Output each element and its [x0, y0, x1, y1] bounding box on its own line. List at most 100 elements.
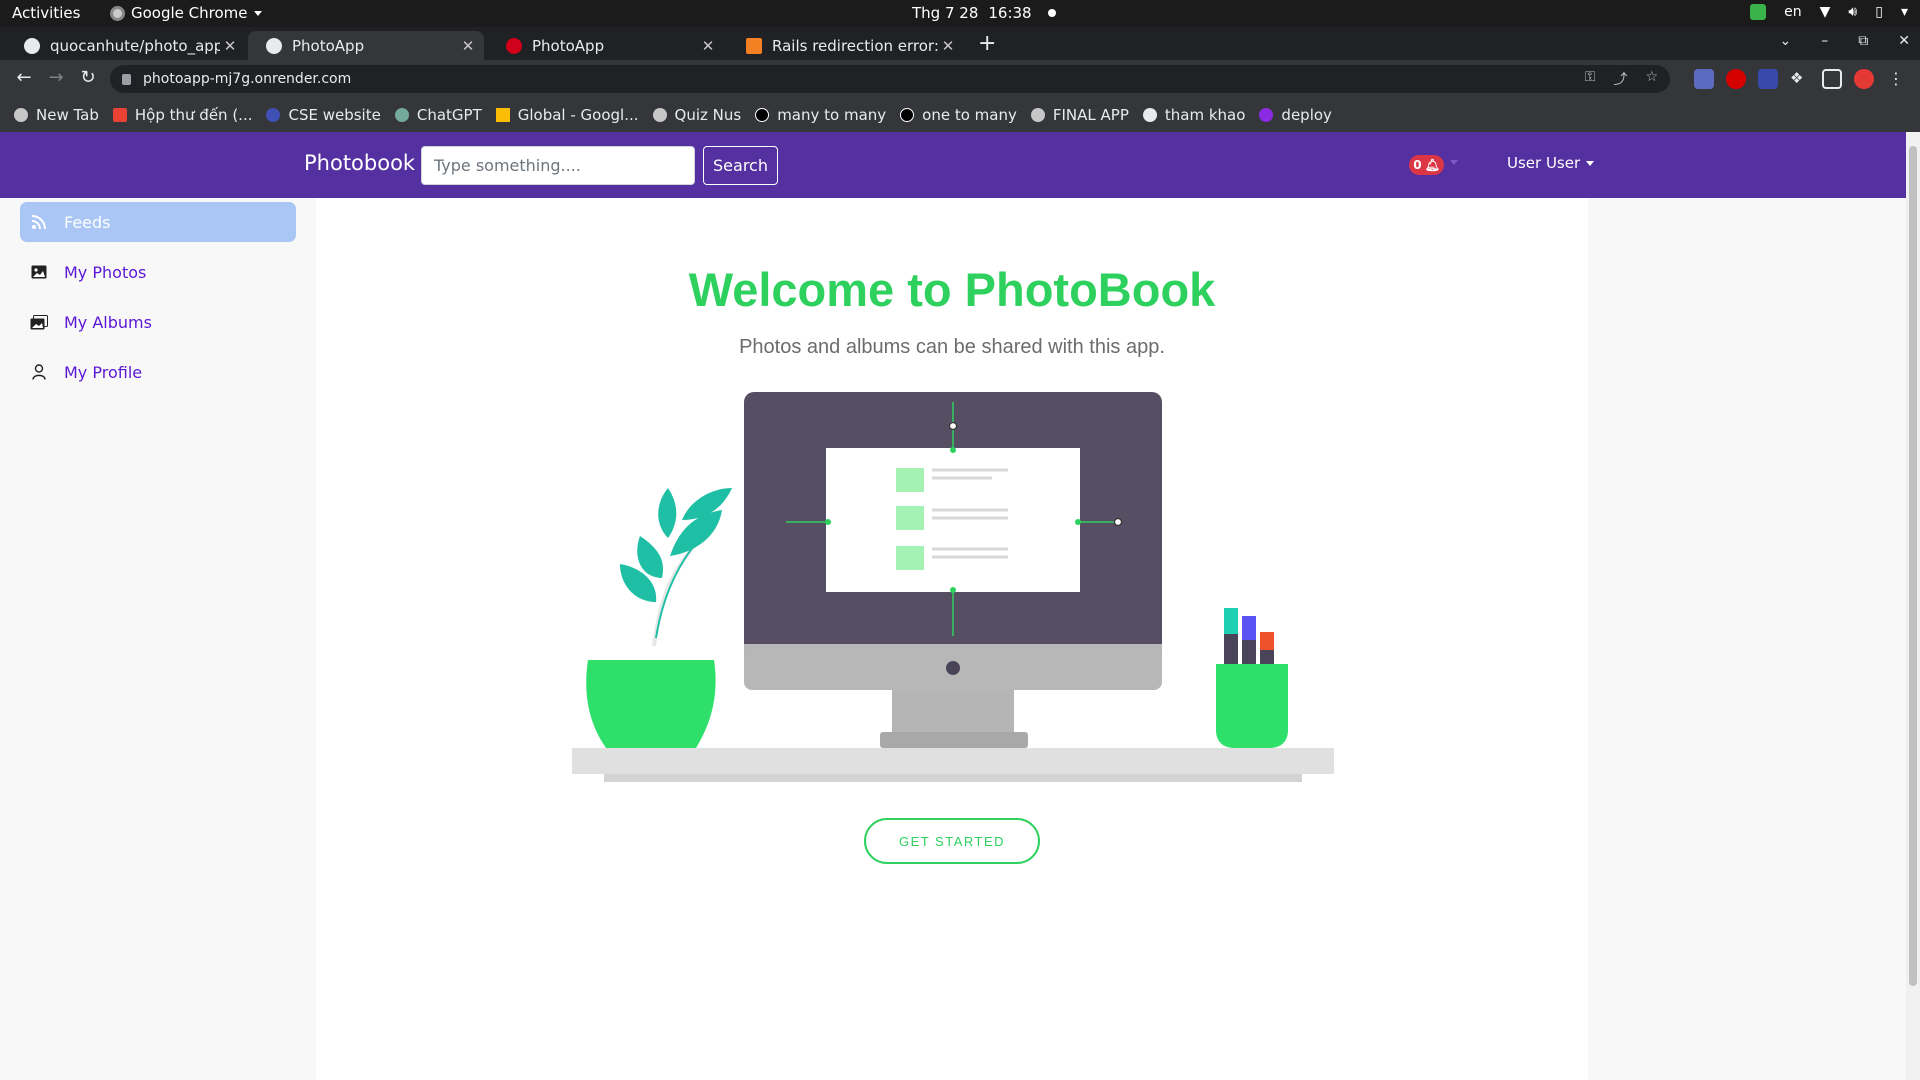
bookmark-label: many to many: [777, 106, 887, 124]
sidebar-item-my-albums[interactable]: My Albums: [20, 302, 296, 342]
maximize-icon[interactable]: ⧉: [1858, 33, 1868, 49]
system-tray[interactable]: en ▼ 🔊︎ ▯ ▾: [1750, 4, 1908, 20]
notification-badge[interactable]: 0 🔔︎: [1409, 155, 1444, 175]
sidebar-item-my-profile[interactable]: My Profile: [20, 352, 296, 392]
activities-button[interactable]: Activities: [12, 4, 80, 22]
zip-extension-icon[interactable]: [1758, 69, 1778, 89]
bookmark-new-tab[interactable]: New Tab: [14, 106, 99, 124]
tab-github[interactable]: quocanhute/photo_app ✕: [6, 31, 246, 60]
app-indicator-icon[interactable]: [1750, 4, 1767, 20]
bell-icon: 🔔︎: [1424, 158, 1440, 172]
tab-title: PhotoApp: [292, 36, 365, 55]
sidebar-item-my-photos[interactable]: My Photos: [20, 252, 296, 292]
bookmark-label: Global - Googl...: [517, 106, 639, 124]
lock-icon[interactable]: [122, 73, 131, 85]
images-icon: [30, 313, 48, 331]
back-arrow-icon[interactable]: ←: [10, 67, 38, 88]
bookmark-tham-khao[interactable]: tham khao: [1142, 106, 1246, 124]
brand-logo[interactable]: Photobook: [304, 151, 415, 175]
bookmark-label: FINAL APP: [1052, 106, 1129, 124]
google-drive-icon: [495, 108, 510, 122]
clock-date: Thg 7 28: [912, 4, 979, 22]
profile-avatar[interactable]: [1854, 69, 1874, 89]
reload-icon[interactable]: ↻: [74, 67, 102, 88]
bookmark-cse-website[interactable]: CSE website: [266, 106, 381, 124]
tab-stackoverflow[interactable]: Rails redirection error: Un ✕: [728, 31, 964, 60]
tab-title: Rails redirection error: Un: [772, 36, 938, 55]
sidebar-item-label: My Profile: [64, 362, 143, 382]
omnibox-actions: ⚿ ⤴ ☆: [1585, 69, 1658, 89]
medium-icon: [755, 108, 770, 122]
close-icon[interactable]: ✕: [220, 37, 240, 55]
close-icon[interactable]: ✕: [458, 37, 478, 55]
tab-title: quocanhute/photo_app: [50, 36, 220, 55]
bookmark-quiz-nus[interactable]: Quiz Nus: [652, 106, 742, 124]
bookmark-chatgpt[interactable]: ChatGPT: [394, 106, 482, 124]
bookmark-one-to-many[interactable]: one to many: [900, 106, 1017, 124]
app-navbar: Photobook Search 0 🔔︎ User User: [0, 132, 1906, 198]
bookmark-global-google[interactable]: Global - Googl...: [495, 106, 639, 124]
page-scrollbar[interactable]: [1906, 132, 1920, 1080]
user-dropdown[interactable]: User User: [1507, 154, 1595, 172]
sidebar-item-feeds[interactable]: Feeds: [20, 202, 296, 242]
bookmark-deploy[interactable]: deploy: [1259, 106, 1332, 124]
get-started-button[interactable]: GET STARTED: [864, 818, 1040, 864]
clock[interactable]: Thg 7 28 16:38: [912, 4, 1056, 22]
puzzle-icon[interactable]: ❖: [1790, 69, 1810, 89]
desk-computer-illustration: [572, 392, 1334, 782]
adblock-extension-icon[interactable]: [1726, 69, 1746, 89]
chrome-icon: [110, 5, 125, 21]
medium-icon: [900, 108, 915, 122]
page-subtitle: Photos and albums can be shared with thi…: [739, 336, 1165, 358]
extensions-area: ❖ ⋮: [1694, 69, 1906, 89]
app-menu[interactable]: Google Chrome: [110, 4, 262, 22]
kebab-menu-icon[interactable]: ⋮: [1886, 69, 1906, 89]
window-controls: ⌄ – ⧉ ✕: [1780, 33, 1910, 49]
tab-strip: quocanhute/photo_app ✕ PhotoApp ✕ PhotoA…: [0, 27, 1920, 60]
share-icon[interactable]: ⤴: [1613, 69, 1627, 89]
forward-arrow-icon[interactable]: →: [42, 67, 70, 88]
bookmark-label: Quiz Nus: [674, 106, 742, 124]
notification-dropdown-caret-icon[interactable]: [1450, 160, 1458, 165]
globe-icon: [652, 108, 667, 122]
power-menu-icon[interactable]: ▾: [1901, 4, 1908, 20]
rss-icon: [30, 213, 48, 231]
sidebar: Feeds My Photos My Albums My Profile: [0, 198, 316, 1080]
close-icon[interactable]: ✕: [698, 37, 718, 55]
new-tab-button[interactable]: +: [978, 31, 996, 56]
scrollbar-thumb[interactable]: [1909, 146, 1917, 986]
url-text[interactable]: photoapp-mj7g.onrender.com: [143, 71, 351, 87]
bookmark-label: one to many: [922, 106, 1017, 124]
language-indicator[interactable]: en: [1784, 4, 1802, 20]
address-bar[interactable]: photoapp-mj7g.onrender.com ⚿ ⤴ ☆: [110, 65, 1670, 93]
star-icon[interactable]: ☆: [1645, 69, 1658, 89]
tab-photoapp-active[interactable]: PhotoApp ✕: [248, 31, 484, 60]
page-title: Welcome to PhotoBook: [688, 263, 1216, 316]
key-icon[interactable]: ⚿: [1585, 69, 1596, 89]
bookmark-label: Hộp thư đến (...: [134, 106, 253, 124]
tab-photoapp[interactable]: PhotoApp ✕: [488, 31, 724, 60]
github-icon: [24, 37, 40, 54]
bookmark-label: tham khao: [1164, 106, 1246, 124]
person-icon: [30, 363, 48, 381]
search-input[interactable]: [421, 146, 695, 185]
search-button[interactable]: Search: [703, 146, 778, 185]
battery-icon: ▯: [1875, 4, 1883, 20]
system-top-bar: Activities Google Chrome Thg 7 28 16:38 …: [0, 0, 1920, 27]
bookmark-gmail[interactable]: Hộp thư đến (...: [112, 106, 253, 124]
bookmark-many-to-many[interactable]: many to many: [755, 106, 886, 124]
bookmark-final-app[interactable]: FINAL APP: [1030, 106, 1129, 124]
side-panel-icon[interactable]: [1822, 69, 1842, 89]
sidebar-item-label: Feeds: [64, 212, 111, 232]
close-icon[interactable]: ✕: [938, 37, 958, 55]
globe-icon: [14, 108, 28, 122]
volume-icon: 🔊︎: [1848, 4, 1858, 20]
render-icon: [1259, 108, 1274, 122]
close-window-icon[interactable]: ✕: [1898, 33, 1910, 49]
tab-search-icon[interactable]: ⌄: [1780, 33, 1792, 49]
minimize-icon[interactable]: –: [1821, 33, 1828, 49]
translate-extension-icon[interactable]: [1694, 69, 1714, 89]
stackoverflow-icon: [746, 37, 762, 54]
tab-title: PhotoApp: [532, 36, 605, 55]
web-page: Photobook Search 0 🔔︎ User User Feeds My…: [0, 132, 1906, 1080]
